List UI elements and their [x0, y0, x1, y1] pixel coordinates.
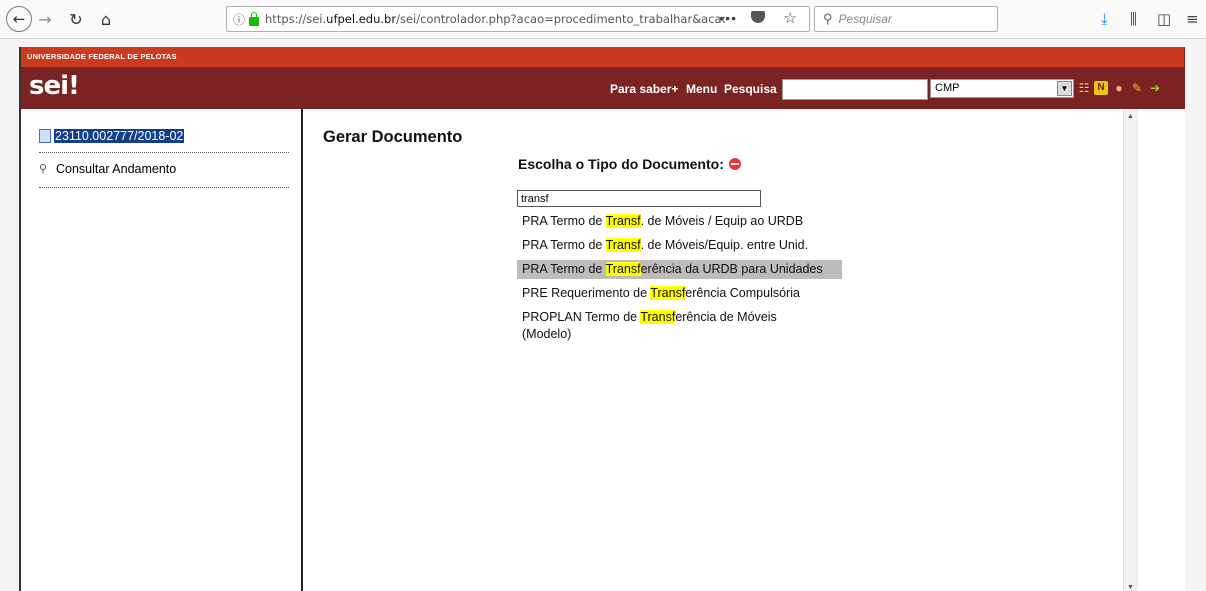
document-type-option-selected[interactable]: PRA Termo de Transferência da URDB para … [517, 260, 842, 279]
notes-icon[interactable]: N [1094, 81, 1108, 95]
document-type-option[interactable]: PRA Termo de Transf. de Móveis / Equip a… [517, 212, 842, 231]
university-band: UNIVERSIDADE FEDERAL DE PELOTAS [21, 47, 1185, 67]
unit-select[interactable]: CMP ▼ [930, 79, 1074, 98]
document-type-option[interactable]: PRE Requerimento de Transferência Compul… [517, 284, 842, 303]
more-icon[interactable]: ••• [719, 10, 737, 26]
consultar-andamento-link[interactable]: ⚲ Consultar Andamento [39, 162, 176, 176]
section-subtitle: Escolha o Tipo do Documento: [518, 156, 741, 172]
document-type-option[interactable]: PRA Termo de Transf. de Móveis/Equip. en… [517, 236, 842, 255]
scroll-down-icon[interactable]: ▼ [1127, 584, 1134, 591]
document-type-option[interactable]: PROPLAN Termo de Transferência de Móveis… [517, 308, 817, 344]
info-icon[interactable]: ⓘ [233, 11, 245, 28]
main-scrollbar[interactable]: ▲ ▼ [1123, 109, 1138, 591]
exit-icon[interactable]: ➜ [1148, 81, 1162, 95]
right-margin [1138, 109, 1185, 591]
minus-icon[interactable] [728, 158, 741, 170]
sei-logo[interactable]: sei! [29, 71, 80, 101]
para-saber-link[interactable]: Para saber+ [610, 82, 678, 96]
header-edge [1184, 47, 1185, 109]
url-bar[interactable]: ⓘ https://sei.ufpel.edu.br/sei/controlad… [226, 6, 810, 32]
list-icon[interactable]: ☷ [1077, 81, 1091, 95]
forward-icon[interactable]: → [36, 6, 54, 32]
unit-selected-value: CMP [935, 82, 960, 94]
search-icon: ⚲ [823, 11, 833, 26]
menu-icon[interactable]: ≡ [1186, 10, 1199, 28]
pocket-icon[interactable] [751, 11, 765, 23]
library-icon[interactable]: ⫼ [1130, 10, 1137, 28]
browser-search-input[interactable]: ⚲ Pesquisar [814, 6, 998, 32]
browser-toolbar: ← → ↻ ⌂ ⓘ https://sei.ufpel.edu.br/sei/c… [0, 0, 1206, 39]
divider [39, 187, 289, 188]
subtitle-text: Escolha o Tipo do Documento: [518, 156, 724, 172]
scroll-up-icon[interactable]: ▲ [1127, 113, 1134, 120]
sei-header: sei! Para saber+ Menu Pesquisa CMP ▼ ☷ N… [21, 67, 1185, 109]
lock-icon [249, 11, 260, 26]
header-search-input[interactable] [782, 79, 928, 100]
home-icon[interactable]: ⌂ [96, 6, 116, 32]
sidebar-icon[interactable]: ◫ [1157, 10, 1171, 28]
university-name: UNIVERSIDADE FEDERAL DE PELOTAS [27, 52, 177, 61]
pesquisa-label: Pesquisa [724, 82, 777, 96]
user-icon[interactable]: ● [1112, 81, 1126, 95]
page-title: Gerar Documento [323, 128, 463, 146]
process-number[interactable]: 23110.002777/2018-02 [54, 129, 185, 143]
url-text[interactable]: https://sei.ufpel.edu.br/sei/controlador… [265, 12, 725, 26]
wrench-icon[interactable]: ✎ [1130, 81, 1144, 95]
reload-icon[interactable]: ↻ [66, 6, 86, 32]
main-content: Gerar Documento Escolha o Tipo do Docume… [303, 109, 1123, 591]
back-icon[interactable]: ← [6, 6, 32, 32]
consultar-andamento-label[interactable]: Consultar Andamento [56, 162, 176, 176]
process-item[interactable]: 23110.002777/2018-02 [39, 129, 185, 143]
divider [39, 152, 289, 153]
search-placeholder: Pesquisar [838, 12, 892, 26]
magnifier-icon: ⚲ [39, 163, 48, 175]
download-icon[interactable]: ⤓ [1101, 10, 1108, 28]
chevron-down-icon[interactable]: ▼ [1057, 81, 1072, 96]
folder-icon [39, 129, 51, 143]
sei-page: UNIVERSIDADE FEDERAL DE PELOTAS sei! Par… [19, 47, 1185, 591]
document-type-filter-input[interactable] [517, 190, 761, 207]
bookmark-star-icon[interactable]: ☆ [784, 9, 797, 27]
process-tree-panel: 23110.002777/2018-02 ⚲ Consultar Andamen… [21, 109, 303, 591]
menu-link[interactable]: Menu [686, 82, 717, 96]
